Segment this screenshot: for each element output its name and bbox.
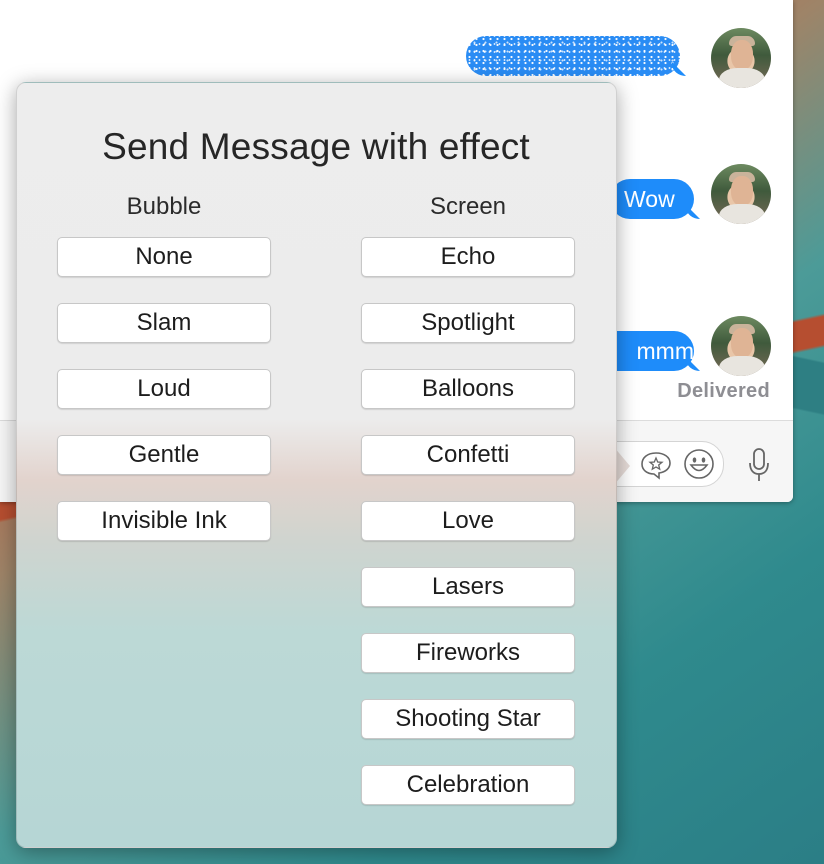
avatar [711, 316, 771, 376]
effect-slam-button[interactable]: Slam [57, 303, 271, 343]
effect-lasers-button[interactable]: Lasers [361, 567, 575, 607]
effect-none-button[interactable]: None [57, 237, 271, 277]
effect-spotlight-button[interactable]: Spotlight [361, 303, 575, 343]
effect-loud-button[interactable]: Loud [57, 369, 271, 409]
avatar [711, 164, 771, 224]
invisible-ink-message[interactable] [466, 36, 680, 76]
effect-shooting-star-button[interactable]: Shooting Star [361, 699, 575, 739]
effect-balloons-button[interactable]: Balloons [361, 369, 575, 409]
delivered-status: Delivered [677, 380, 770, 402]
effect-fireworks-button[interactable]: Fireworks [361, 633, 575, 673]
effect-confetti-button[interactable]: Confetti [361, 435, 575, 475]
effect-celebration-button[interactable]: Celebration [361, 765, 575, 805]
message-bubble-wow[interactable]: Wow [610, 179, 694, 219]
effect-gentle-button[interactable]: Gentle [57, 435, 271, 475]
popover-title: Send Message with effect [102, 126, 530, 167]
screen-column-header: Screen [429, 193, 507, 220]
microphone-icon[interactable] [746, 447, 772, 485]
digital-touch-icon[interactable] [639, 450, 673, 480]
emoji-icon[interactable] [683, 448, 715, 480]
effect-invisible-ink-button[interactable]: Invisible Ink [57, 501, 271, 541]
effect-echo-button[interactable]: Echo [361, 237, 575, 277]
bubble-column-header: Bubble [126, 193, 202, 220]
effect-love-button[interactable]: Love [361, 501, 575, 541]
avatar [711, 28, 771, 88]
